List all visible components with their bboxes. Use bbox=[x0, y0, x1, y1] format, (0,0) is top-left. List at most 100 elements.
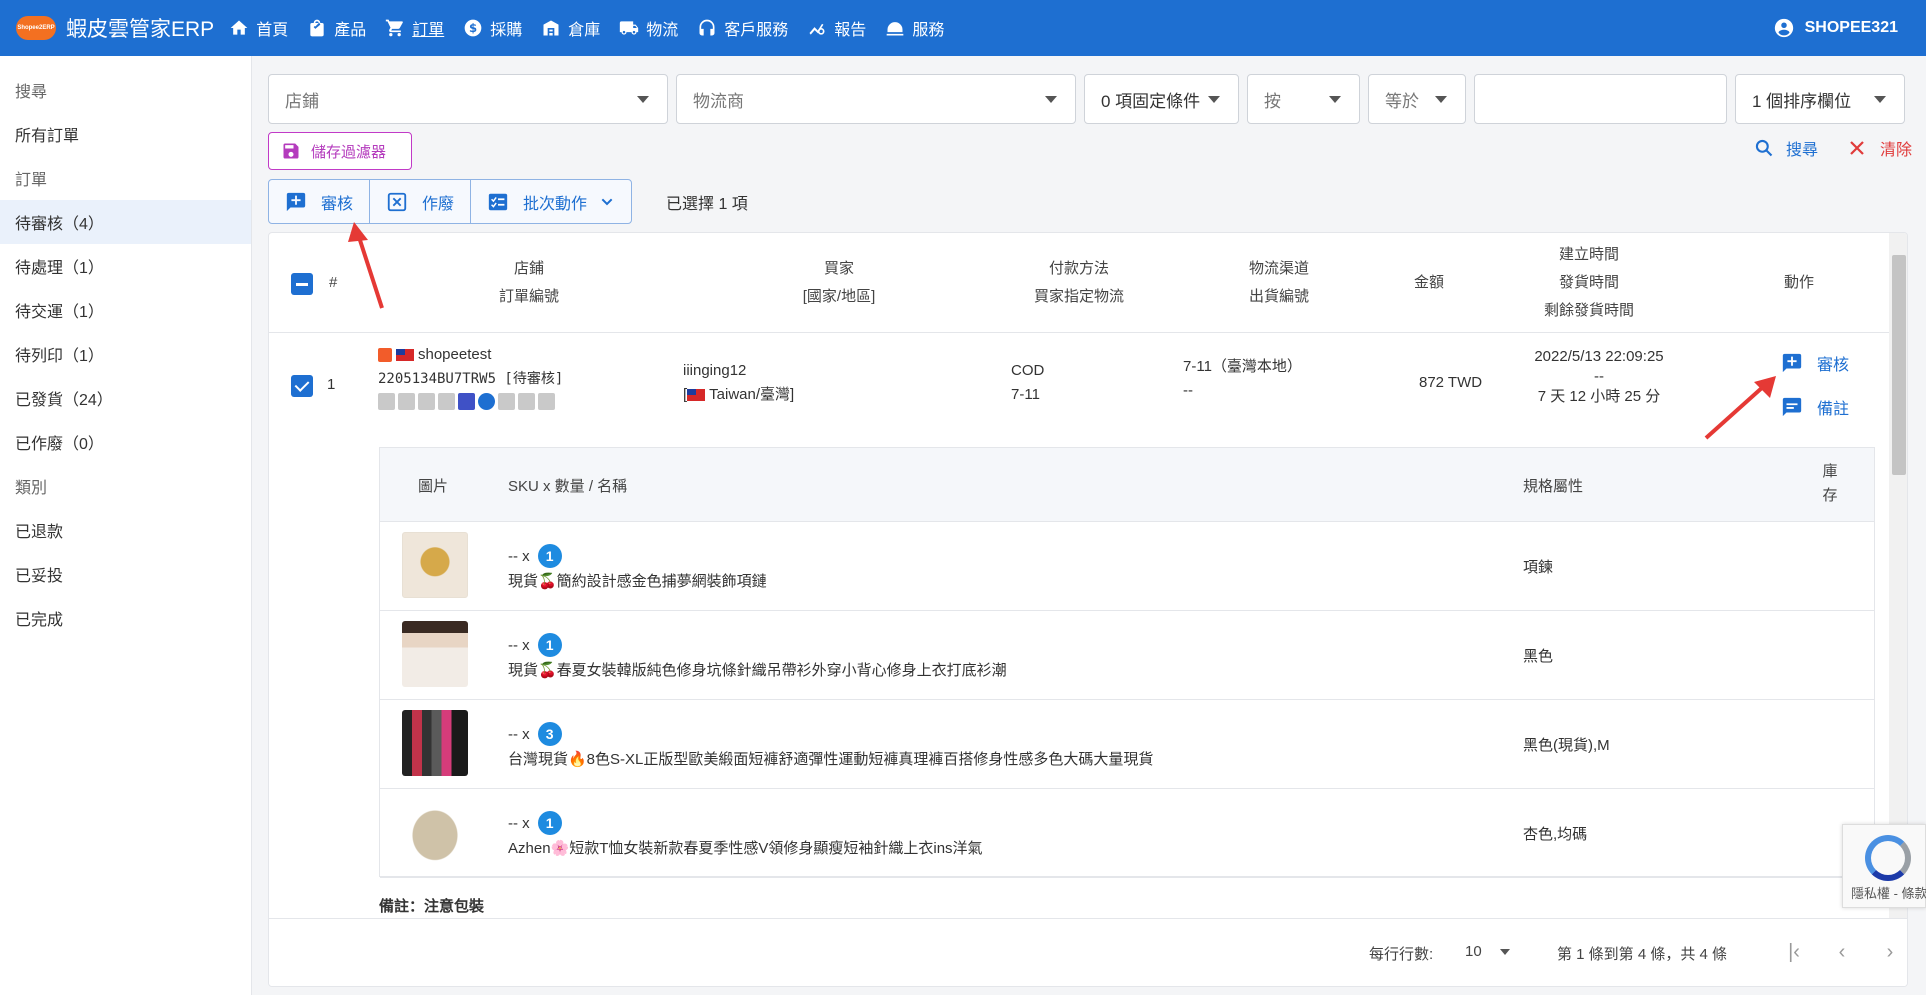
user-menu[interactable]: SHOPEE321 bbox=[1773, 0, 1898, 56]
sidebar-item-pending-handover[interactable]: 待交運（1） bbox=[0, 288, 251, 332]
conditions-select[interactable]: 0 項固定條件 bbox=[1084, 74, 1239, 124]
filter-value-input[interactable] bbox=[1474, 74, 1727, 124]
header-remaining-label: 剩餘發貨時間 bbox=[1543, 302, 1634, 319]
nav-reports[interactable]: 報告 bbox=[806, 16, 866, 40]
cart-icon bbox=[384, 17, 406, 39]
service-bell-icon bbox=[884, 17, 906, 39]
nav-orders[interactable]: 訂單 bbox=[384, 16, 444, 40]
approve-button[interactable]: 審核 bbox=[269, 180, 371, 223]
row-index: 1 bbox=[327, 376, 336, 393]
row-channel-cell: 7-11（臺灣本地） -- bbox=[1183, 355, 1302, 403]
item-spec: 黑色(現貨),M bbox=[1523, 737, 1610, 754]
check-box-icon[interactable] bbox=[498, 393, 515, 410]
nav-purchase[interactable]: $ 採購 bbox=[462, 16, 522, 40]
item-row: -- x1 現貨🍒春夏女裝韓版純色修身坑條針織吊帶衫外穿小背心修身上衣打底衫潮 … bbox=[380, 611, 1874, 700]
first-page-icon[interactable]: |‹ bbox=[1783, 941, 1805, 963]
chevron-down-icon bbox=[1499, 948, 1510, 955]
item-qty: -- x 1 bbox=[508, 544, 562, 568]
row-order-no[interactable]: 2205134BU7TRW5 [待審核] bbox=[378, 367, 563, 391]
scale-icon[interactable] bbox=[538, 393, 555, 410]
search-button[interactable]: 搜尋 bbox=[1754, 136, 1818, 160]
scrollbar-thumb[interactable] bbox=[1892, 255, 1906, 475]
nav-logistics[interactable]: 物流 bbox=[618, 16, 678, 40]
logistics-select[interactable]: 物流商 bbox=[676, 74, 1076, 124]
item-qty-badge: 1 bbox=[537, 544, 562, 568]
sidebar-item-pending-print[interactable]: 待列印（1） bbox=[0, 332, 251, 376]
nav-products[interactable]: 產品 bbox=[306, 16, 366, 40]
save-icon bbox=[283, 143, 299, 159]
barcode-icon[interactable] bbox=[378, 393, 395, 410]
by-select[interactable]: 按 bbox=[1247, 74, 1360, 124]
orders-table: # 店鋪 訂單編號 買家 [國家/地區] 付款方法 買家指定物流 物流渠道 出貨… bbox=[268, 232, 1908, 987]
item-qty: -- x 3 bbox=[508, 722, 562, 746]
brand-logo: Shopee2ERP bbox=[16, 16, 56, 40]
upload-icon[interactable] bbox=[418, 393, 435, 410]
row-payment-cell: COD 7-11 bbox=[1011, 359, 1044, 407]
sidebar-item-pending-review[interactable]: 待審核（4） bbox=[0, 200, 251, 244]
headset-icon bbox=[696, 17, 718, 39]
sidebar-item-pending-process[interactable]: 待處理（1） bbox=[0, 244, 251, 288]
header-buyer-logistics-label: 買家指定物流 bbox=[1033, 288, 1124, 305]
row-shipped: -- bbox=[1594, 368, 1604, 385]
rows-per-page-label: 每行行數: bbox=[1369, 946, 1434, 963]
nav-label: 物流 bbox=[646, 22, 679, 39]
home-icon bbox=[228, 17, 250, 39]
nav-customer-service[interactable]: 客戶服務 bbox=[696, 16, 788, 40]
sidebar-item-all-orders[interactable]: 所有訂單 bbox=[0, 112, 251, 156]
recaptcha-text: 隱私權 - 條款 bbox=[1851, 886, 1926, 901]
page-range: 第 1 條到第 4 條，共 4 條 bbox=[1557, 946, 1728, 963]
clear-button[interactable]: 清除 bbox=[1848, 136, 1912, 160]
cancel-circle-icon[interactable] bbox=[478, 393, 495, 410]
rows-per-page-select[interactable]: 10 bbox=[1465, 943, 1510, 960]
row-approve-button[interactable]: 審核 bbox=[1781, 351, 1849, 375]
void-icon bbox=[387, 192, 407, 211]
sidebar-item-shipped[interactable]: 已發貨（24） bbox=[0, 376, 251, 420]
row-channel: 7-11（臺灣本地） bbox=[1183, 358, 1302, 375]
nav-label: 採購 bbox=[490, 22, 523, 39]
note-icon[interactable] bbox=[458, 393, 475, 410]
order-items-table: 圖片 SKU x 數量 / 名稱 規格屬性 庫存 -- x 1 現貨🍒簡約設計感金… bbox=[379, 447, 1875, 878]
operator-select[interactable]: 等於 bbox=[1368, 74, 1466, 124]
table-scrollbar[interactable] bbox=[1889, 233, 1907, 918]
header-buyer-label: 買家 bbox=[823, 260, 854, 277]
brand[interactable]: Shopee2ERP 蝦皮雲管家ERP bbox=[16, 13, 214, 43]
nav-home[interactable]: 首頁 bbox=[228, 16, 288, 40]
row-ship-no: -- bbox=[1183, 382, 1193, 399]
save-filter-button[interactable]: 儲存過濾器 bbox=[268, 132, 412, 170]
operator-select-label: 等於 bbox=[1385, 91, 1419, 111]
comment-icon bbox=[1782, 397, 1802, 417]
sidebar-item-delivered[interactable]: 已妥投 bbox=[0, 552, 251, 596]
sort-select[interactable]: 1 個排序欄位 bbox=[1735, 74, 1905, 124]
sidebar-item-refunded[interactable]: 已退款 bbox=[0, 508, 251, 552]
search-icon bbox=[1755, 139, 1773, 157]
row-checkbox[interactable] bbox=[291, 375, 313, 397]
item-qty: -- x 1 bbox=[508, 811, 562, 835]
sidebar-item-completed[interactable]: 已完成 bbox=[0, 596, 251, 640]
next-page-icon[interactable]: › bbox=[1879, 941, 1901, 963]
row-region-text: Taiwan/臺灣 bbox=[709, 386, 791, 403]
void-button[interactable]: 作廢 bbox=[370, 180, 472, 223]
nav-services[interactable]: 服務 bbox=[884, 16, 944, 40]
item-sku: -- x bbox=[508, 725, 530, 743]
items-header: 圖片 SKU x 數量 / 名稱 規格屬性 庫存 bbox=[380, 448, 1874, 522]
annotation-arrow-icon bbox=[348, 222, 384, 309]
header-ship-no-label: 出貨編號 bbox=[1248, 288, 1309, 305]
row-buyer-cell: iiinging12 [Taiwan/臺灣] bbox=[683, 359, 794, 407]
recaptcha-badge[interactable]: 隱私權 - 條款 bbox=[1842, 824, 1926, 908]
filter-row: 店鋪 物流商 0 項固定條件 按 等於 1 個排序欄位 bbox=[268, 74, 1905, 124]
nav-label: 客戶服務 bbox=[724, 22, 789, 39]
edit-icon[interactable] bbox=[518, 393, 535, 410]
qrcode-icon[interactable] bbox=[398, 393, 415, 410]
header-shipped-label: 發貨時間 bbox=[1558, 274, 1619, 291]
sidebar-item-voided[interactable]: 已作廢（0） bbox=[0, 420, 251, 464]
approve-icon bbox=[286, 192, 306, 211]
message-icon[interactable] bbox=[438, 393, 455, 410]
nav-warehouse[interactable]: 倉庫 bbox=[540, 16, 600, 40]
batch-action-button[interactable]: 批次動作 bbox=[471, 180, 631, 223]
select-all-checkbox[interactable] bbox=[291, 273, 313, 295]
svg-text:$: $ bbox=[469, 21, 477, 35]
nav-label: 倉庫 bbox=[568, 22, 601, 39]
row-note-button[interactable]: 備註 bbox=[1781, 395, 1849, 419]
prev-page-icon[interactable]: ‹ bbox=[1831, 941, 1853, 963]
shop-select[interactable]: 店鋪 bbox=[268, 74, 668, 124]
